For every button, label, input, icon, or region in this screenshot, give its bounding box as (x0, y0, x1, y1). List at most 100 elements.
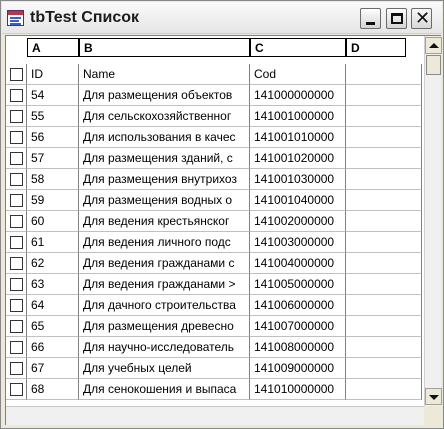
cell-name[interactable]: Для научно-исследователь (79, 337, 250, 358)
cell-name[interactable]: Для ведения гражданами с (79, 253, 250, 274)
cell-name[interactable]: Для ведения гражданами > (79, 274, 250, 295)
cell-name[interactable]: Для сельскохозяйственног (79, 106, 250, 127)
cell-cod[interactable]: 141007000000 (250, 316, 346, 337)
cell-name[interactable]: Для учебных целей (79, 358, 250, 379)
close-button[interactable]: ✕ (411, 8, 432, 29)
cell-id[interactable]: 57 (27, 148, 79, 169)
row-checkbox[interactable] (10, 278, 23, 291)
cell-cod[interactable]: 141003000000 (250, 232, 346, 253)
cell-id[interactable]: 56 (27, 127, 79, 148)
cell-d[interactable] (346, 127, 422, 148)
cell-d[interactable] (346, 148, 422, 169)
row-checkbox[interactable] (10, 89, 23, 102)
row-checkbox[interactable] (10, 68, 23, 81)
cell-id[interactable]: 62 (27, 253, 79, 274)
scroll-up-button[interactable] (425, 37, 442, 54)
cell-d[interactable] (346, 106, 422, 127)
scroll-thumb[interactable] (426, 55, 441, 75)
cell-id[interactable]: 63 (27, 274, 79, 295)
cell-cod[interactable]: 141001000000 (250, 106, 346, 127)
cell-id[interactable]: 68 (27, 379, 79, 400)
scroll-down-button[interactable] (425, 388, 442, 405)
cell-d[interactable] (346, 274, 422, 295)
row-selector[interactable] (6, 274, 27, 295)
row-checkbox[interactable] (10, 215, 23, 228)
row-selector[interactable] (6, 379, 27, 400)
cell-cod[interactable]: 141008000000 (250, 337, 346, 358)
cell-id[interactable]: 54 (27, 85, 79, 106)
row-selector[interactable] (6, 358, 27, 379)
cell-d[interactable] (346, 232, 422, 253)
cell-name[interactable]: Для размещения зданий, с (79, 148, 250, 169)
cell-id[interactable]: 55 (27, 106, 79, 127)
table-row[interactable]: 56 Для использования в качес 141001010000 (6, 127, 422, 148)
row-selector[interactable] (6, 127, 27, 148)
cell-name[interactable]: Для размещения водных о (79, 190, 250, 211)
cell-name[interactable]: Для сенокошения и выпаса (79, 379, 250, 400)
cell-d[interactable] (346, 379, 422, 400)
row-checkbox[interactable] (10, 299, 23, 312)
column-header-d[interactable]: D (346, 38, 406, 57)
cell-cod[interactable]: 141001030000 (250, 169, 346, 190)
row-checkbox[interactable] (10, 194, 23, 207)
row-checkbox[interactable] (10, 320, 23, 333)
cell-name[interactable]: Для размещения древесно (79, 316, 250, 337)
row-checkbox[interactable] (10, 383, 23, 396)
row-selector[interactable] (6, 85, 27, 106)
column-header-a[interactable]: A (27, 38, 79, 57)
cell-d[interactable] (346, 190, 422, 211)
row-selector[interactable] (6, 337, 27, 358)
row-selector[interactable] (6, 169, 27, 190)
table-row[interactable]: 62 Для ведения гражданами с 141004000000 (6, 253, 422, 274)
cell-id[interactable]: 66 (27, 337, 79, 358)
cell-cod[interactable]: 141006000000 (250, 295, 346, 316)
table-row[interactable]: 59 Для размещения водных о 141001040000 (6, 190, 422, 211)
cell-id[interactable]: 59 (27, 190, 79, 211)
cell-name[interactable]: Для использования в качес (79, 127, 250, 148)
cell-cod[interactable]: 141002000000 (250, 211, 346, 232)
cell-name[interactable]: Для ведения крестьянског (79, 211, 250, 232)
row-selector[interactable] (6, 148, 27, 169)
cell-name[interactable]: Для размещения объектов (79, 85, 250, 106)
table-row[interactable]: 66 Для научно-исследователь 141008000000 (6, 337, 422, 358)
cell-id[interactable]: 61 (27, 232, 79, 253)
minimize-button[interactable] (360, 8, 381, 29)
table-row[interactable]: 60 Для ведения крестьянског 141002000000 (6, 211, 422, 232)
cell-cod[interactable]: 141001010000 (250, 127, 346, 148)
cell-d[interactable] (346, 295, 422, 316)
row-checkbox[interactable] (10, 110, 23, 123)
row-selector[interactable] (6, 316, 27, 337)
table-row[interactable]: 68 Для сенокошения и выпаса 141010000000 (6, 379, 422, 400)
row-selector[interactable] (6, 190, 27, 211)
cell-cod[interactable]: 141001040000 (250, 190, 346, 211)
table-row[interactable]: 54 Для размещения объектов 141000000000 (6, 85, 422, 106)
cell-d[interactable] (346, 211, 422, 232)
row-checkbox[interactable] (10, 131, 23, 144)
cell-d[interactable] (346, 85, 422, 106)
cell-d[interactable] (346, 253, 422, 274)
cell-cod[interactable]: 141005000000 (250, 274, 346, 295)
cell-cod[interactable]: 141010000000 (250, 379, 346, 400)
row-selector[interactable] (6, 211, 27, 232)
cell-id[interactable]: 67 (27, 358, 79, 379)
cell-id[interactable]: 65 (27, 316, 79, 337)
table-row[interactable]: 64 Для дачного строительства 141006000000 (6, 295, 422, 316)
row-checkbox[interactable] (10, 152, 23, 165)
table-row[interactable]: 55 Для сельскохозяйственног 141001000000 (6, 106, 422, 127)
column-header-b[interactable]: B (79, 38, 250, 57)
cell-id[interactable]: 58 (27, 169, 79, 190)
row-checkbox[interactable] (10, 236, 23, 249)
table-row[interactable]: 61 Для ведения личного подс 141003000000 (6, 232, 422, 253)
cell-cod[interactable]: 141001020000 (250, 148, 346, 169)
title-bar[interactable]: tbTest Список ✕ (2, 2, 442, 34)
cell-d[interactable] (346, 169, 422, 190)
row-checkbox[interactable] (10, 173, 23, 186)
vertical-scrollbar[interactable] (424, 36, 442, 406)
cell-name[interactable]: Для ведения личного подс (79, 232, 250, 253)
row-checkbox[interactable] (10, 341, 23, 354)
table-row[interactable]: 63 Для ведения гражданами >141005000000 (6, 274, 422, 295)
column-header-c[interactable]: C (250, 38, 346, 57)
row-selector[interactable] (6, 232, 27, 253)
table-row[interactable]: 57 Для размещения зданий, с 141001020000 (6, 148, 422, 169)
cell-id[interactable]: 60 (27, 211, 79, 232)
